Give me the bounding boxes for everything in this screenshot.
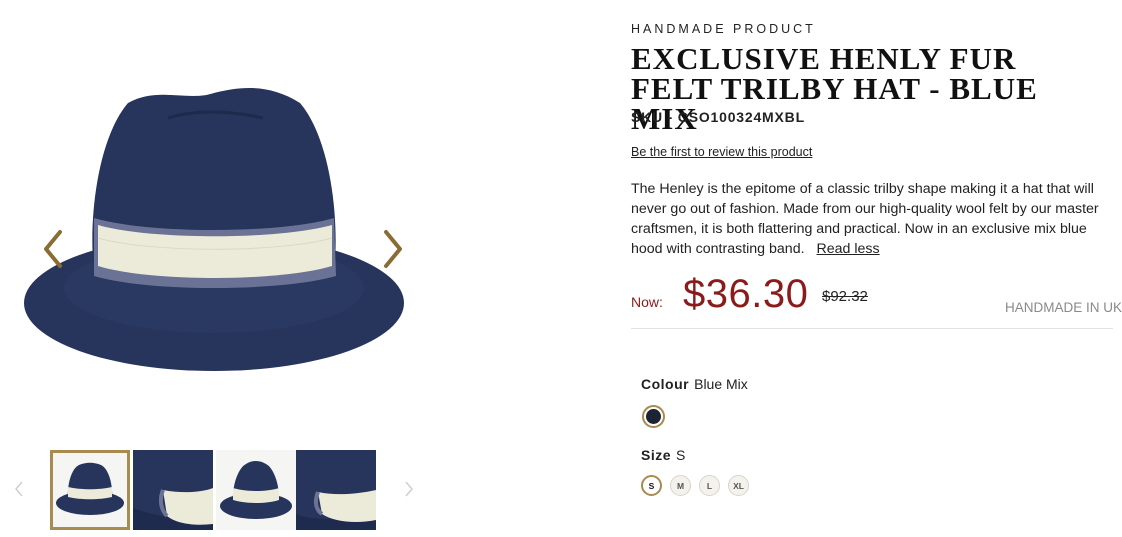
size-option-label: Size S [641,447,685,463]
thumbnail-next-arrow-icon[interactable] [402,478,416,500]
thumbnail-1[interactable] [50,450,130,530]
size-option-s[interactable]: S [641,475,662,496]
current-price: $36.30 [683,272,809,316]
size-option-xl[interactable]: XL [728,475,749,496]
next-image-arrow-icon[interactable] [374,224,410,274]
colour-value: Blue Mix [694,376,748,392]
colour-label: Colour [641,376,690,392]
handmade-in-uk-label: HANDMADE IN UK [1005,300,1122,315]
now-label: Now: [631,294,663,310]
thumbnail-prev-arrow-icon[interactable] [12,478,26,500]
product-main-image [18,78,410,390]
review-link[interactable]: Be the first to review this product [631,145,812,159]
product-sku: SKU - CSO100324MXBL [631,109,805,125]
thumbnail-2[interactable] [133,450,213,530]
hat-image [24,88,404,371]
size-option-l[interactable]: L [699,475,720,496]
handmade-product-label: HANDMADE PRODUCT [631,22,816,36]
original-price: $92.32 [822,288,868,305]
thumbnail-3[interactable] [216,450,296,530]
thumbnail-4[interactable] [296,450,376,530]
colour-swatch-blue-mix[interactable] [642,405,665,428]
product-description: The Henley is the epitome of a classic t… [631,179,1117,259]
size-label: Size [641,447,672,463]
divider [631,328,1113,329]
colour-option-label: Colour Blue Mix [641,376,748,392]
swatch-color-fill [646,409,661,424]
previous-image-arrow-icon[interactable] [36,224,72,274]
size-value: S [676,447,686,463]
size-option-m[interactable]: M [670,475,691,496]
read-less-link[interactable]: Read less [817,241,880,257]
